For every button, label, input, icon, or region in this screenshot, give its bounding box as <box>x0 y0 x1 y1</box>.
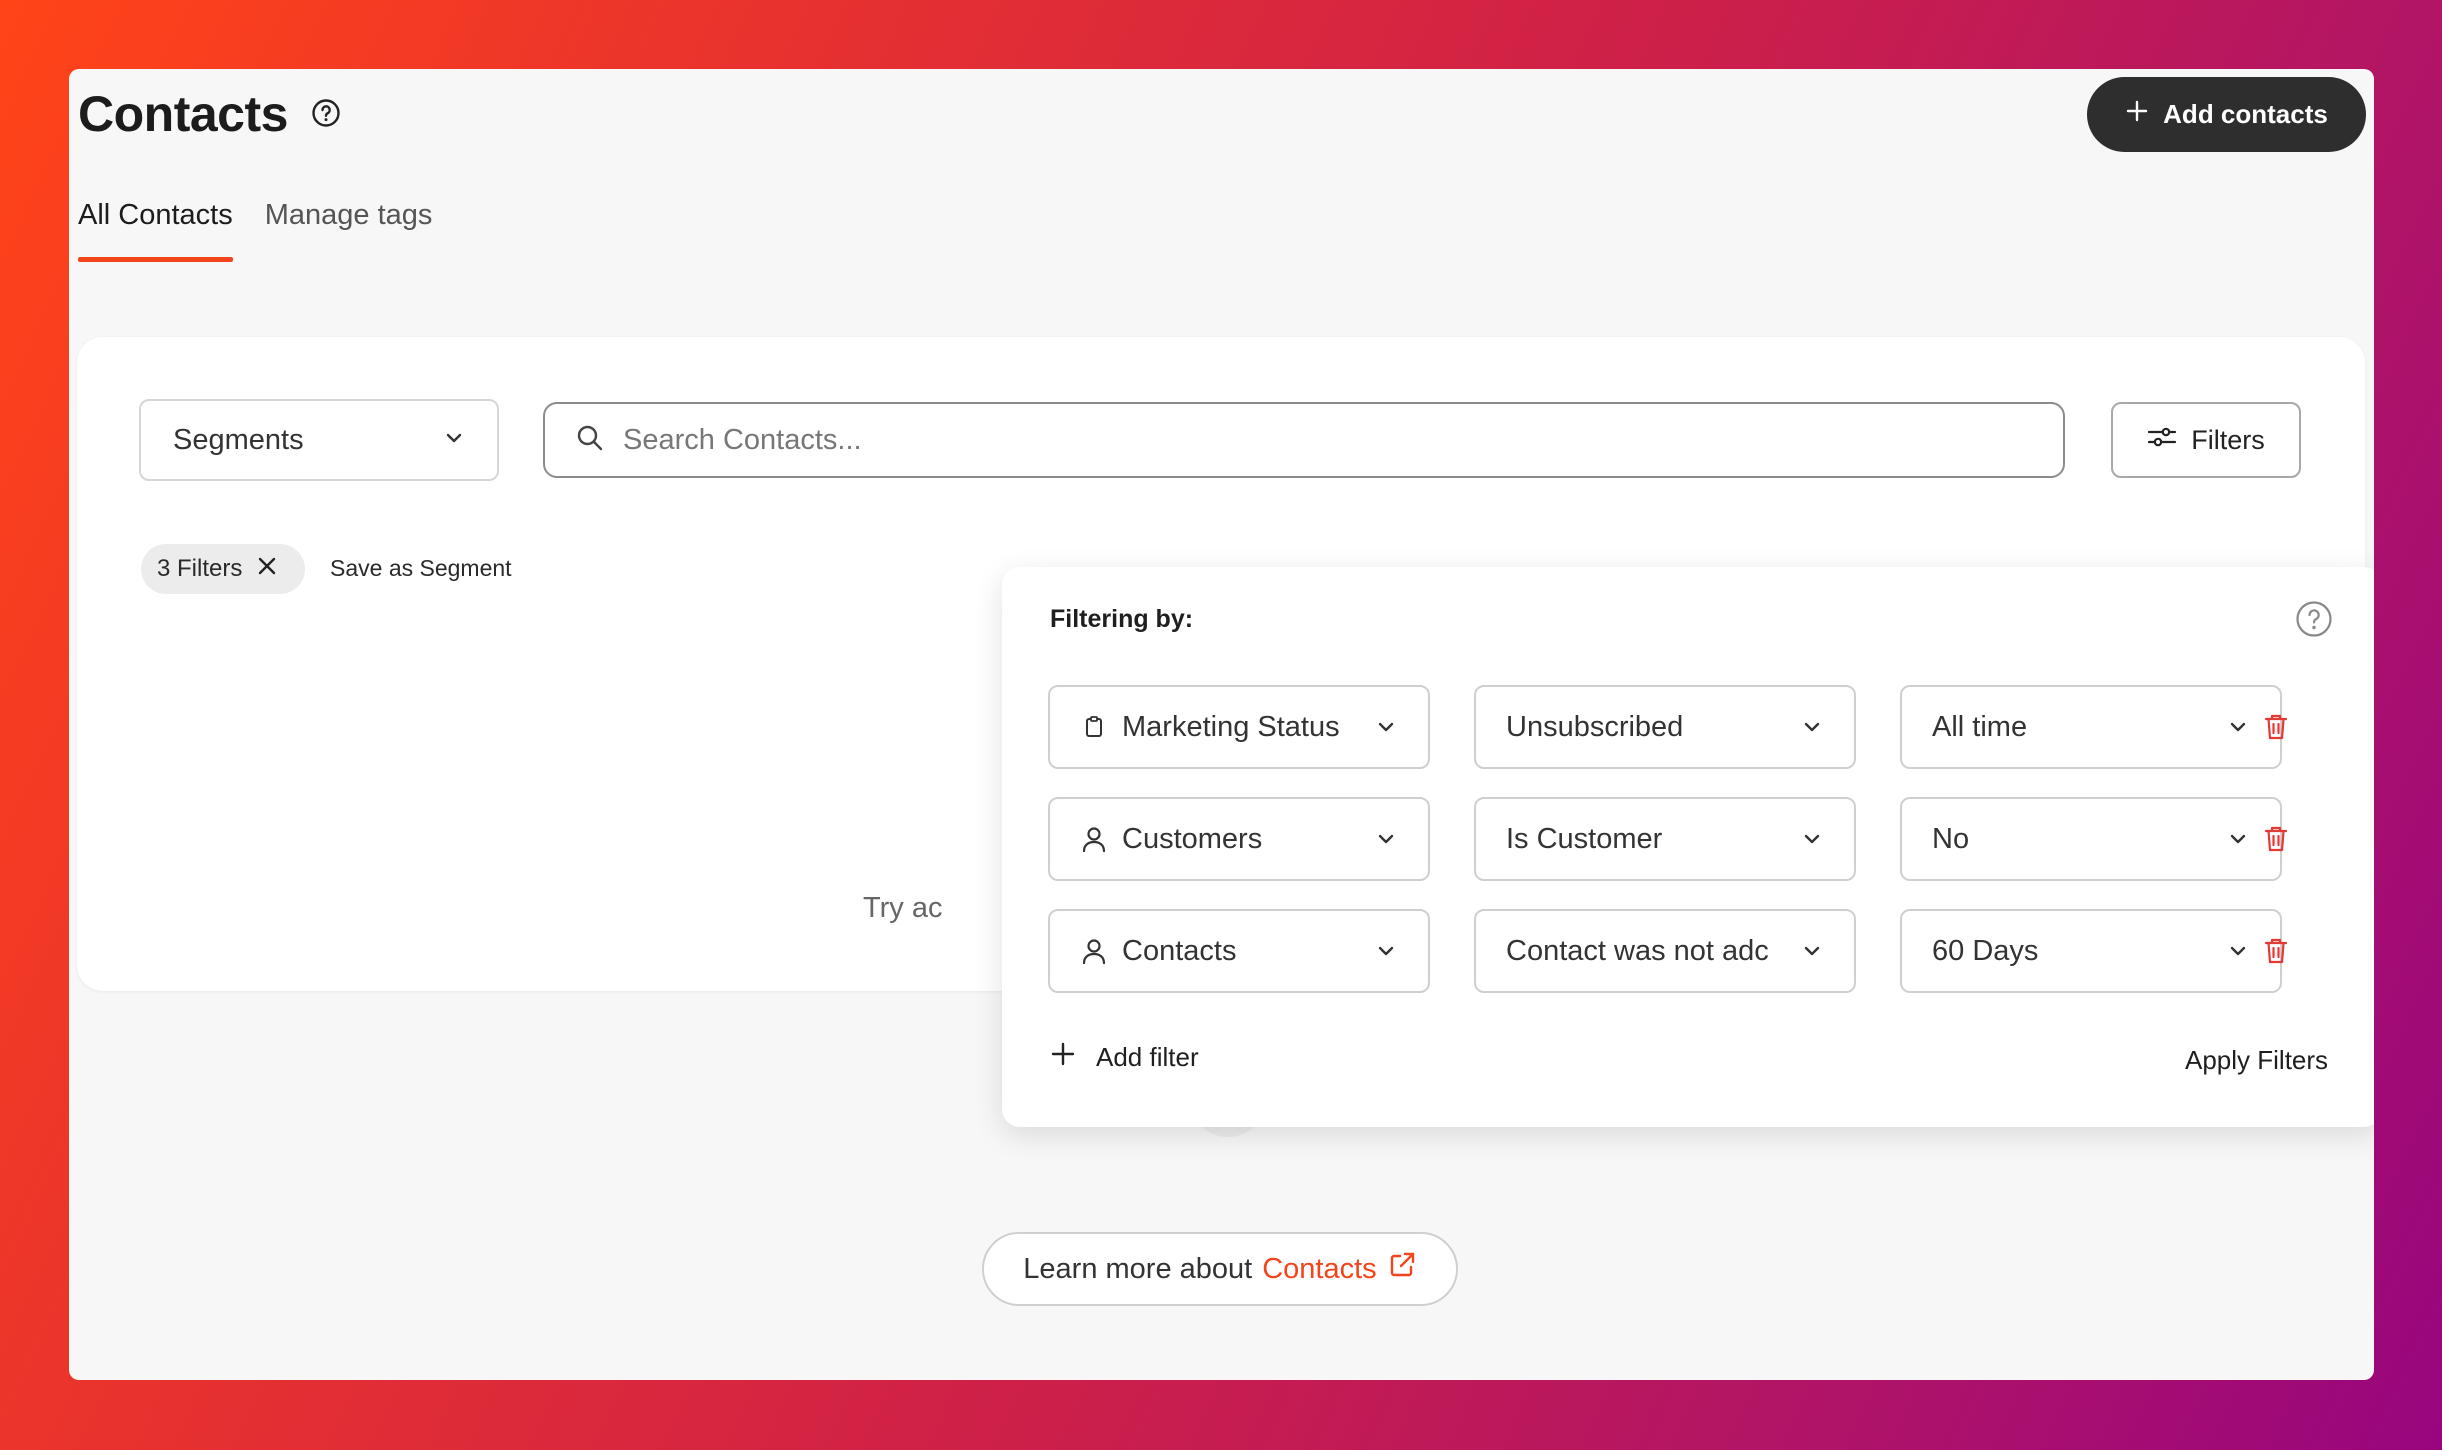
apply-filters-button[interactable]: Apply Filters <box>2185 1045 2328 1076</box>
external-link-icon <box>1387 1250 1417 1288</box>
search-box <box>543 402 2065 478</box>
clipboard-icon <box>1080 713 1108 741</box>
learn-more-contacts-link[interactable]: Contacts <box>1262 1253 1376 1286</box>
chevron-down-icon <box>2226 715 2250 739</box>
plus-icon <box>2125 99 2149 130</box>
help-icon[interactable] <box>311 98 341 128</box>
filter-field-select[interactable]: Marketing Status <box>1048 685 1430 769</box>
trash-icon[interactable] <box>2260 823 2292 855</box>
chevron-down-icon <box>2226 939 2250 963</box>
chevron-down-icon <box>1374 715 1398 739</box>
learn-more-link[interactable]: Learn more about Contacts <box>982 1232 1458 1306</box>
plus-icon <box>1050 1041 1076 1074</box>
chevron-down-icon <box>1374 827 1398 851</box>
filter-condition-select[interactable]: Contact was not adc <box>1474 909 1856 993</box>
search-icon <box>575 423 605 458</box>
add-filter-label: Add filter <box>1096 1042 1199 1072</box>
trash-icon[interactable] <box>2260 935 2292 967</box>
filter-value-label: All time <box>1932 710 2028 743</box>
segments-dropdown[interactable]: Segments <box>139 399 499 481</box>
page-title: Contacts <box>78 86 288 142</box>
filters-label: Filters <box>2191 424 2265 455</box>
filter-value-select[interactable]: 60 Days <box>1900 909 2282 993</box>
add-filter-button[interactable]: Add filter <box>1050 1041 1199 1074</box>
search-input[interactable] <box>623 423 2033 457</box>
app-window: Contacts Add contacts All Contacts Manag… <box>69 69 2374 1380</box>
sliders-icon <box>2147 424 2177 457</box>
filter-field-label: Customers <box>1122 822 1263 855</box>
help-icon[interactable] <box>2295 600 2333 638</box>
chevron-down-icon <box>1800 827 1824 851</box>
filter-value-label: No <box>1932 822 1970 855</box>
filter-condition-label: Contact was not adc <box>1506 934 1769 967</box>
person-icon <box>1080 825 1108 853</box>
active-filters-chip: 3 Filters <box>141 544 305 594</box>
add-contacts-button[interactable]: Add contacts <box>2087 77 2366 152</box>
empty-state-hint: Try ac <box>863 892 943 924</box>
filter-field-select[interactable]: Customers <box>1048 797 1430 881</box>
chevron-down-icon <box>1800 939 1824 963</box>
filter-row: Customers Is Customer No <box>1048 797 2348 881</box>
trash-icon[interactable] <box>2260 711 2292 743</box>
filter-value-select[interactable]: No <box>1900 797 2282 881</box>
filters-button[interactable]: Filters <box>2111 402 2301 478</box>
close-icon[interactable] <box>256 555 278 584</box>
filter-row: Marketing Status Unsubscribed All time <box>1048 685 2348 769</box>
filter-value-select[interactable]: All time <box>1900 685 2282 769</box>
chevron-down-icon <box>2226 827 2250 851</box>
learn-more-prefix: Learn more about <box>1023 1252 1253 1285</box>
save-as-segment-link[interactable]: Save as Segment <box>330 555 512 582</box>
filter-field-label: Contacts <box>1122 934 1237 967</box>
add-contacts-label: Add contacts <box>2163 99 2328 129</box>
filter-field-select[interactable]: Contacts <box>1048 909 1430 993</box>
filter-field-label: Marketing Status <box>1122 710 1340 743</box>
tab-manage-tags[interactable]: Manage tags <box>265 199 433 262</box>
filter-condition-label: Unsubscribed <box>1506 710 1684 743</box>
filter-count-label: 3 Filters <box>157 555 243 582</box>
chevron-down-icon <box>1374 939 1398 963</box>
filter-row: Contacts Contact was not adc 60 Days <box>1048 909 2348 993</box>
filter-condition-select[interactable]: Unsubscribed <box>1474 685 1856 769</box>
filter-panel: Filtering by: Marketing Status Unsubscri… <box>1002 567 2374 1127</box>
filter-value-label: 60 Days <box>1932 934 2039 967</box>
filter-condition-select[interactable]: Is Customer <box>1474 797 1856 881</box>
filter-panel-title: Filtering by: <box>1050 605 1194 633</box>
tab-bar: All Contacts Manage tags <box>78 199 432 262</box>
tab-all-contacts[interactable]: All Contacts <box>78 199 233 262</box>
person-icon <box>1080 937 1108 965</box>
chevron-down-icon <box>443 424 465 457</box>
filter-condition-label: Is Customer <box>1506 822 1663 855</box>
segments-label: Segments <box>173 423 304 456</box>
chevron-down-icon <box>1800 715 1824 739</box>
